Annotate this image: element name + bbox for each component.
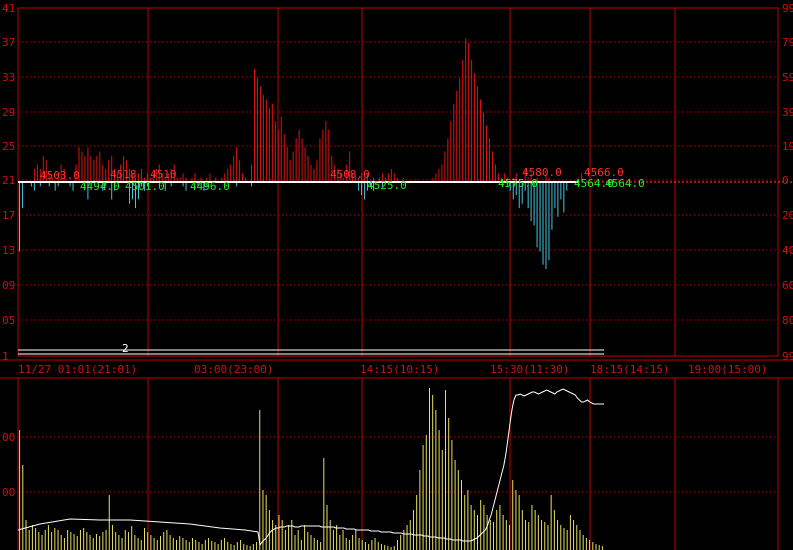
left-axis-tick: 09 <box>2 279 15 292</box>
lower-left-axis-tick: 00 <box>2 431 15 444</box>
price-label: 4518 <box>110 168 137 181</box>
right-axis-tick: 79 <box>782 36 793 49</box>
right-axis-tick: 80 <box>782 314 793 327</box>
intraday-chart: 2 4494.0 4501.0 4496.0 4525.0 4575.0 4564.045… <box>0 0 793 550</box>
right-axis-tick: 39 <box>782 106 793 119</box>
left-axis-tick: 25 <box>2 140 15 153</box>
price-label: 4496.0 <box>190 180 230 193</box>
left-axis-tick: 21 <box>2 174 15 187</box>
time-axis-label: 11/27 01:01(21:01) <box>18 363 137 376</box>
right-axis-tick: 20 <box>782 209 793 222</box>
right-axis-tick: 0 <box>782 174 789 187</box>
right-axis-tick: 99 <box>782 2 793 15</box>
left-axis-tick: 41 <box>2 2 15 15</box>
right-axis-tick: 19 <box>782 140 793 153</box>
time-axis-label: 19:00(15:00) <box>688 363 767 376</box>
price-label: 4501.0 <box>125 180 165 193</box>
chart-background <box>0 0 793 550</box>
left-axis-tick: 37 <box>2 36 15 49</box>
right-axis-tick: 59 <box>782 71 793 84</box>
time-axis-label: 18:15(14:15) <box>590 363 669 376</box>
time-axis-label: 14:15(10:15) <box>360 363 439 376</box>
left-axis-tick: 17 <box>2 209 15 222</box>
right-axis-tick: 40 <box>782 244 793 257</box>
price-label: 4580.0 <box>522 166 562 179</box>
time-axis-label: 03:00(23:00) <box>194 363 273 376</box>
price-label: 4510 <box>150 168 177 181</box>
left-axis-tick: 29 <box>2 106 15 119</box>
lower-left-axis-tick: 00 <box>2 486 15 499</box>
price-label: 4508.0 <box>330 168 370 181</box>
left-axis-tick: 13 <box>2 244 15 257</box>
right-axis-tick: 60 <box>782 279 793 292</box>
left-axis-tick: 05 <box>2 314 15 327</box>
price-label: 4503.0 <box>40 169 80 182</box>
time-axis-label: 15:30(11:30) <box>490 363 569 376</box>
price-label: 4525.0 <box>367 179 407 192</box>
price-label: 4566.0 <box>584 166 624 179</box>
left-axis-tick: 33 <box>2 71 15 84</box>
left-axis-tick: 1 <box>2 350 9 363</box>
price-label: 4494.0 <box>80 180 120 193</box>
range-marker-label: 2 <box>122 342 129 355</box>
right-axis-tick: 99 <box>782 350 793 363</box>
